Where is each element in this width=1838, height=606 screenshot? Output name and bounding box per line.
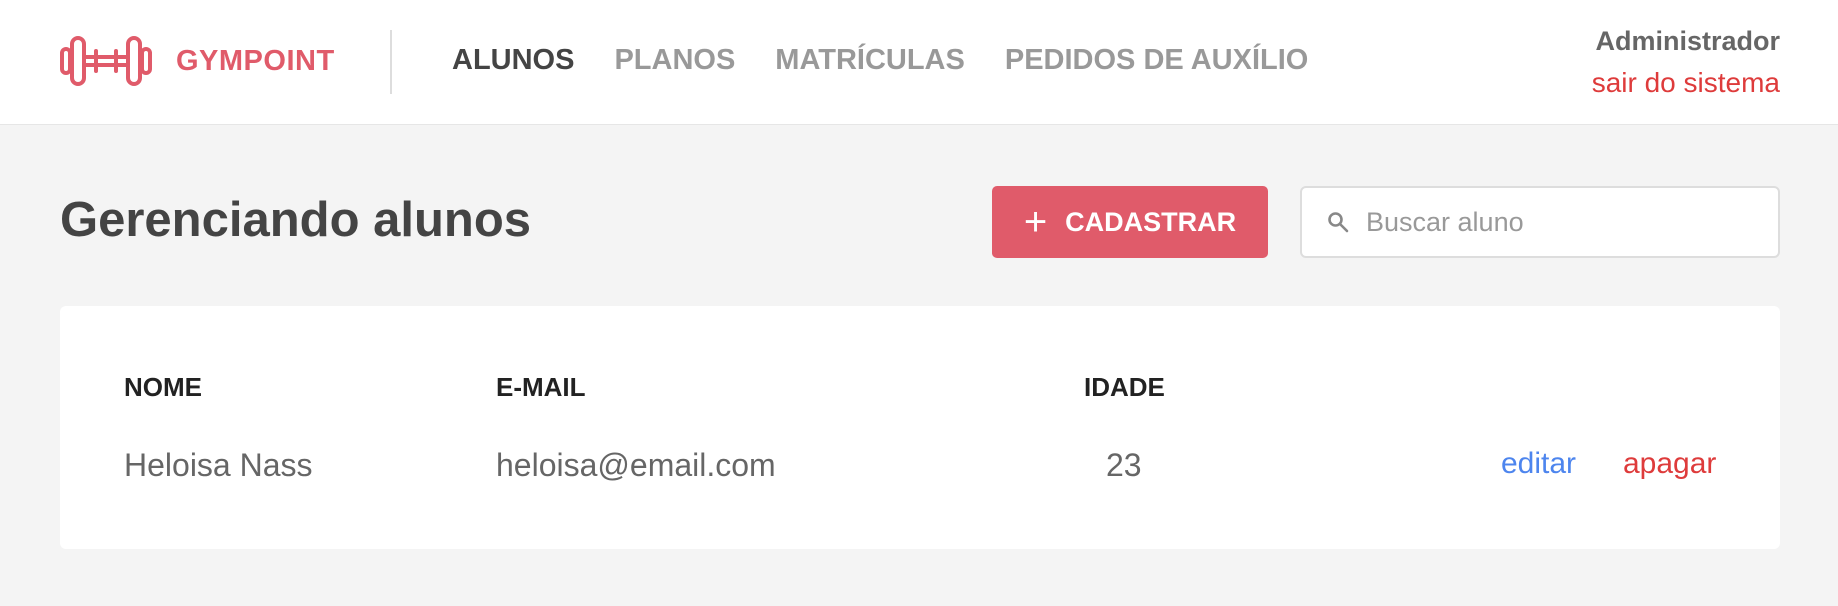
cell-email: heloisa@email.com	[496, 447, 776, 483]
search-icon	[1326, 210, 1350, 234]
logo[interactable]: GYMPOINT	[60, 34, 335, 88]
search-input[interactable]	[1366, 206, 1766, 238]
header-divider	[390, 30, 392, 94]
nav-item-matriculas[interactable]: MATRÍCULAS	[775, 44, 965, 77]
cell-name: Heloisa Nass	[124, 447, 313, 483]
column-header-email: E-MAIL	[496, 372, 586, 402]
nav-item-pedidos-de-auxilio[interactable]: PEDIDOS DE AUXÍLIO	[1005, 44, 1308, 77]
page-title: Gerenciando alunos	[60, 193, 532, 247]
top-header: GYMPOINT ALUNOS PLANOS MATRÍCULAS PEDIDO…	[0, 0, 1838, 125]
students-table: NOME E-MAIL IDADE Heloisa Nass heloisa@e…	[60, 306, 1780, 549]
edit-link[interactable]: editar	[1501, 447, 1576, 481]
plus-icon: +	[1023, 200, 1048, 244]
search-box[interactable]	[1300, 186, 1780, 258]
add-student-label: CADASTRAR	[1065, 206, 1237, 237]
nav-item-planos[interactable]: PLANOS	[614, 44, 735, 77]
column-header-age: IDADE	[1084, 372, 1165, 402]
add-student-button[interactable]: + CADASTRAR	[992, 186, 1268, 258]
main-nav: ALUNOS PLANOS MATRÍCULAS PEDIDOS DE AUXÍ…	[452, 44, 1308, 77]
brand-name: GYMPOINT	[176, 44, 335, 77]
nav-item-alunos[interactable]: ALUNOS	[452, 44, 574, 77]
logout-link[interactable]: sair do sistema	[1592, 67, 1780, 99]
dumbbell-icon	[60, 34, 152, 88]
user-menu: Administrador sair do sistema	[1592, 26, 1780, 99]
cell-age: 23	[1106, 447, 1142, 483]
column-header-name: NOME	[124, 372, 202, 402]
delete-link[interactable]: apagar	[1623, 447, 1716, 481]
user-name: Administrador	[1595, 26, 1780, 56]
